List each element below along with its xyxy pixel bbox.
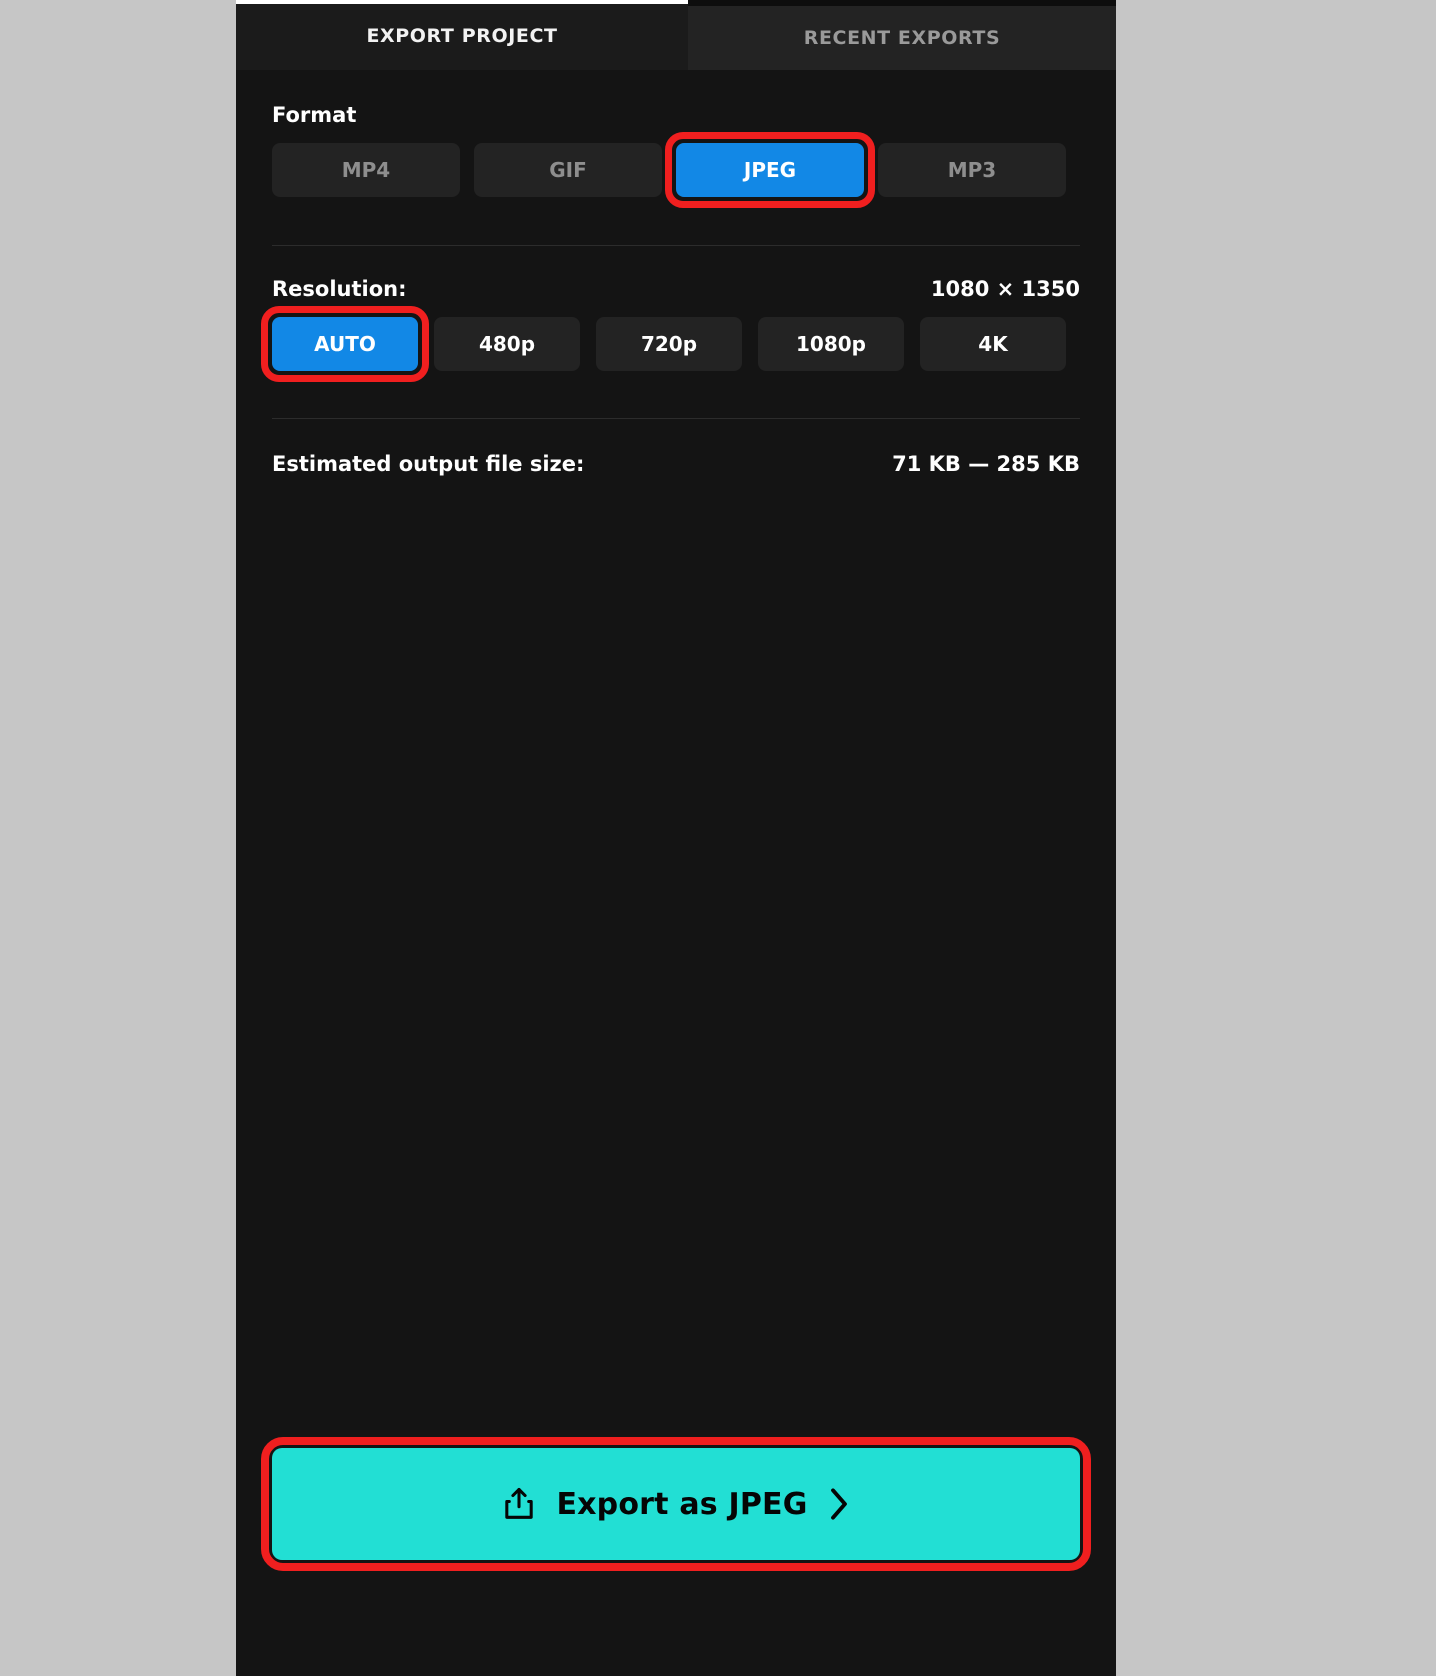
tab-export-project[interactable]: EXPORT PROJECT (236, 0, 688, 70)
share-upload-icon (505, 1487, 534, 1519)
tab-export-project-label: EXPORT PROJECT (366, 25, 558, 47)
export-button-label: Export as JPEG (556, 1486, 808, 1522)
export-as-jpeg-button[interactable]: Export as JPEG (261, 1437, 1091, 1571)
resolution-option-1080p-label: 1080p (796, 332, 866, 356)
resolution-option-720p[interactable]: 720p (596, 317, 742, 371)
resolution-value: 1080 × 1350 (930, 277, 1080, 301)
resolution-option-group: AUTO 480p 720p 1080p 4K (261, 306, 1080, 382)
format-section-label: Format (272, 103, 357, 127)
resolution-option-720p-label: 720p (640, 332, 698, 356)
resolution-section-label: Resolution: (272, 277, 407, 301)
tab-recent-exports-label: RECENT EXPORTS (803, 27, 1001, 49)
estimated-file-size-value: 71 KB — 285 KB (892, 452, 1080, 476)
resolution-option-4k-label: 4K (978, 332, 1008, 356)
format-option-mp3-label: MP3 (947, 158, 997, 182)
format-option-group: MP4 GIF JPEG MP3 (272, 132, 1080, 208)
format-option-mp3[interactable]: MP3 (878, 143, 1066, 197)
format-option-jpeg-label: JPEG (743, 158, 797, 182)
estimated-file-size-label: Estimated output file size: (272, 452, 585, 476)
chevron-right-icon (830, 1488, 847, 1520)
tab-bar: EXPORT PROJECT RECENT EXPORTS (236, 0, 1116, 70)
resolution-option-auto-label: AUTO (314, 332, 376, 356)
format-option-gif-label: GIF (549, 158, 587, 182)
resolution-option-1080p[interactable]: 1080p (758, 317, 904, 371)
format-option-mp4[interactable]: MP4 (272, 143, 460, 197)
resolution-option-480p-label: 480p (478, 332, 536, 356)
divider-format-resolution (272, 245, 1080, 246)
format-option-jpeg[interactable]: JPEG (665, 132, 875, 208)
format-option-mp4-label: MP4 (341, 158, 391, 182)
resolution-option-480p[interactable]: 480p (434, 317, 580, 371)
resolution-option-auto[interactable]: AUTO (261, 306, 429, 382)
export-panel: EXPORT PROJECT RECENT EXPORTS Format MP4… (236, 0, 1116, 1676)
divider-resolution-filesize (272, 418, 1080, 419)
tab-recent-exports[interactable]: RECENT EXPORTS (688, 6, 1116, 70)
export-settings-content: Format MP4 GIF JPEG MP3 Resolution: 1080… (236, 70, 1116, 1676)
format-option-gif[interactable]: GIF (474, 143, 662, 197)
resolution-option-4k[interactable]: 4K (920, 317, 1066, 371)
